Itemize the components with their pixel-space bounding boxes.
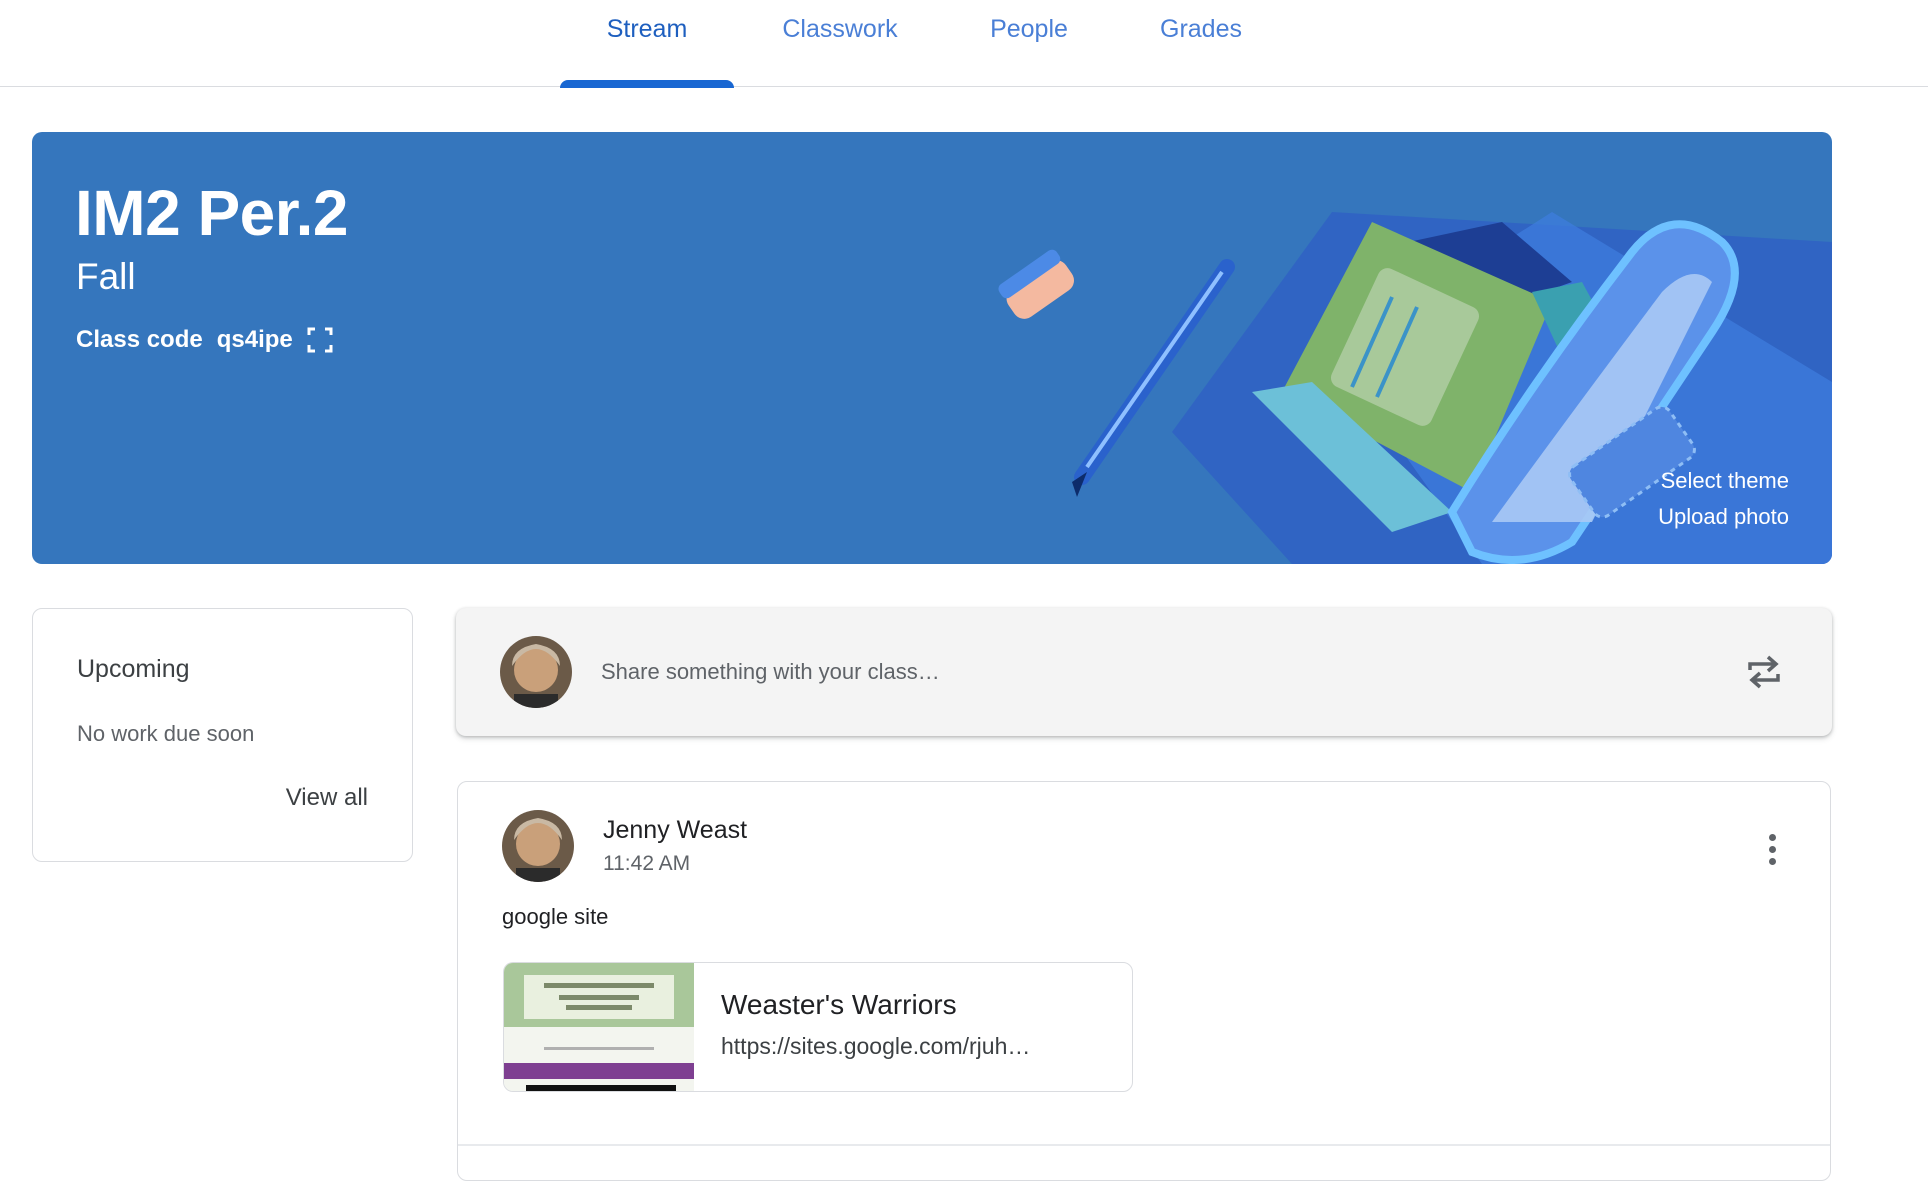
share-box[interactable]: Share something with your class… [456, 608, 1832, 736]
upcoming-empty-text: No work due soon [77, 721, 255, 746]
tab-grades[interactable]: Grades [1136, 0, 1266, 87]
class-section: Fall [76, 256, 136, 297]
post-divider [458, 1144, 1830, 1146]
class-code-value: qs4ipe [216, 326, 293, 353]
link-attachment[interactable]: Weaster's Warriors https://sites.google.… [503, 962, 1133, 1092]
site-thumbnail [504, 963, 694, 1091]
class-code-row: Class code qs4ipe [76, 326, 333, 354]
select-theme-link[interactable]: Select theme [1661, 468, 1789, 494]
active-tab-indicator [560, 80, 734, 88]
attachment-title: Weaster's Warriors [721, 989, 957, 1020]
upcoming-card: Upcoming No work due soon View all [32, 608, 413, 862]
share-input[interactable]: Share something with your class… [601, 659, 940, 685]
tab-stream[interactable]: Stream [560, 0, 734, 87]
attachment-url: https://sites.google.com/rjuh… [721, 1033, 1031, 1059]
fullscreen-icon[interactable] [307, 327, 333, 353]
post-text: google site [502, 904, 609, 929]
repost-icon[interactable] [1746, 652, 1782, 692]
tab-bar: Stream Classwork People Grades [0, 0, 1928, 88]
class-banner: IM2 Per.2 Fall Class code qs4ipe Select … [32, 132, 1832, 564]
avatar [500, 636, 572, 708]
class-code-label: Class code [76, 326, 203, 353]
upload-photo-link[interactable]: Upload photo [1658, 504, 1789, 530]
view-all-link[interactable]: View all [286, 784, 368, 812]
more-vert-icon[interactable] [1766, 834, 1778, 868]
class-title: IM2 Per.2 [75, 177, 349, 249]
tab-people[interactable]: People [970, 0, 1088, 87]
stream-post: Jenny Weast 11:42 AM google site Weaster… [457, 781, 1831, 1181]
post-timestamp: 11:42 AM [603, 852, 691, 875]
avatar [502, 810, 574, 882]
upcoming-title: Upcoming [77, 655, 190, 683]
tab-classwork[interactable]: Classwork [758, 0, 922, 87]
post-author: Jenny Weast [603, 816, 748, 844]
